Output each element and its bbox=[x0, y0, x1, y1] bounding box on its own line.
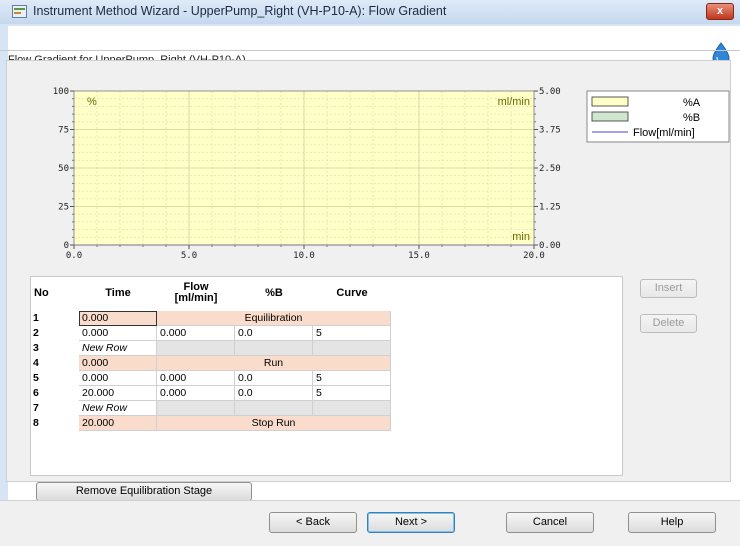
back-button[interactable]: < Back bbox=[269, 512, 357, 533]
right-axis-tick-label: 3.75 bbox=[539, 126, 561, 136]
table-row[interactable]: 3 New Row bbox=[31, 341, 622, 356]
x-axis-tick-label: 10.0 bbox=[293, 251, 315, 261]
flow-cell[interactable]: 0.000 bbox=[157, 326, 235, 341]
back-button-label: < Back bbox=[296, 516, 330, 528]
curve-cell[interactable]: 5 bbox=[313, 386, 391, 401]
time-cell[interactable]: 0.000 bbox=[79, 356, 157, 371]
stage-name-cell[interactable]: Equilibration bbox=[157, 311, 391, 326]
table-row[interactable]: 6 20.000 0.000 0.0 5 bbox=[31, 386, 622, 401]
x-axis-tick-label: 15.0 bbox=[408, 251, 430, 261]
legend-swatch-percent-a bbox=[591, 96, 629, 107]
table-row[interactable]: 2 0.000 0.000 0.0 5 bbox=[31, 326, 622, 341]
header-separator bbox=[0, 50, 740, 51]
legend-label-percent-b: %B bbox=[683, 112, 700, 124]
close-icon: x bbox=[716, 5, 724, 17]
time-cell[interactable]: New Row bbox=[79, 341, 157, 356]
col-header-no: No bbox=[34, 286, 49, 299]
table-row[interactable]: 4 0.000 Run bbox=[31, 356, 622, 371]
x-axis-tick-label: 5.0 bbox=[181, 251, 197, 261]
help-button[interactable]: Help bbox=[628, 512, 716, 533]
next-button-label: Next > bbox=[394, 516, 428, 528]
stage-name-cell[interactable]: Stop Run bbox=[157, 416, 391, 431]
time-cell[interactable]: 0.000 bbox=[79, 326, 157, 341]
percent-b-cell[interactable] bbox=[235, 401, 313, 416]
delete-button-label: Delete bbox=[652, 317, 685, 329]
percent-b-cell[interactable] bbox=[235, 341, 313, 356]
right-axis-tick-label: 1.25 bbox=[539, 203, 561, 213]
legend-label-flow: Flow[ml/min] bbox=[633, 127, 695, 139]
wizard-window: Instrument Method Wizard - UpperPump_Rig… bbox=[0, 0, 740, 546]
col-header-flow-line2: [ml/min] bbox=[174, 292, 218, 304]
row-number: 5 bbox=[33, 372, 39, 384]
curve-cell[interactable]: 5 bbox=[313, 371, 391, 386]
row-number: 4 bbox=[33, 357, 39, 369]
table-row[interactable]: 8 20.000 Stop Run bbox=[31, 416, 622, 431]
flow-cell[interactable] bbox=[157, 401, 235, 416]
right-axis-tick-label: 0.00 bbox=[539, 241, 561, 251]
row-number: 1 bbox=[33, 312, 39, 324]
window-title: Instrument Method Wizard - UpperPump_Rig… bbox=[33, 4, 447, 18]
gradient-table: No Time Flow [ml/min] %B Curve 1 0.000 Equ… bbox=[30, 276, 623, 476]
table-row[interactable]: 1 0.000 Equilibration bbox=[31, 311, 622, 326]
table-row[interactable]: 5 0.000 0.000 0.0 5 bbox=[31, 371, 622, 386]
table-header: No Time Flow [ml/min] %B Curve bbox=[31, 277, 622, 309]
x-axis-unit-label: min bbox=[512, 231, 530, 243]
remove-equilibration-button[interactable]: Remove Equilibration Stage bbox=[36, 482, 252, 501]
insert-button[interactable]: Insert bbox=[640, 279, 697, 298]
time-cell[interactable]: 20.000 bbox=[79, 416, 157, 431]
left-axis-unit-label: % bbox=[87, 96, 97, 108]
left-axis-tick-label: 25 bbox=[58, 203, 69, 213]
flow-cell[interactable]: 0.000 bbox=[157, 371, 235, 386]
curve-cell[interactable]: 5 bbox=[313, 326, 391, 341]
flow-cell[interactable]: 0.000 bbox=[157, 386, 235, 401]
time-cell[interactable]: New Row bbox=[79, 401, 157, 416]
right-axis-tick-label: 2.50 bbox=[539, 164, 561, 174]
table-row[interactable]: 7 New Row bbox=[31, 401, 622, 416]
help-button-label: Help bbox=[660, 516, 684, 528]
col-header-curve: Curve bbox=[336, 286, 368, 299]
col-header-time: Time bbox=[105, 286, 131, 299]
right-axis-tick-label: 5.00 bbox=[539, 87, 561, 97]
delete-button[interactable]: Delete bbox=[640, 314, 697, 333]
time-cell[interactable]: 20.000 bbox=[79, 386, 157, 401]
row-number: 7 bbox=[33, 402, 39, 414]
curve-cell[interactable] bbox=[313, 341, 391, 356]
remove-equilibration-label: Remove Equilibration Stage bbox=[75, 485, 213, 497]
percent-b-cell[interactable]: 0.0 bbox=[235, 371, 313, 386]
percent-b-cell[interactable]: 0.0 bbox=[235, 386, 313, 401]
time-cell[interactable]: 0.000 bbox=[79, 311, 157, 326]
right-axis-unit-label: ml/min bbox=[498, 96, 530, 108]
percent-b-cell[interactable]: 0.0 bbox=[235, 326, 313, 341]
flow-gradient-chart: 100 75 50 25 0 5.00 3.75 2.50 1.25 0.00 0.0 5.0 10.0… bbox=[53, 87, 730, 261]
row-number: 6 bbox=[33, 387, 39, 399]
left-axis-tick-label: 75 bbox=[58, 126, 69, 136]
next-button[interactable]: Next > bbox=[367, 512, 455, 533]
left-axis-tick-label: 50 bbox=[58, 164, 69, 174]
x-axis-tick-label: 20.0 bbox=[523, 251, 545, 261]
x-axis-tick-label: 0.0 bbox=[66, 251, 82, 261]
time-cell[interactable]: 0.000 bbox=[79, 371, 157, 386]
left-axis-tick-label: 0 bbox=[64, 241, 69, 251]
col-header-flow: Flow [ml/min] bbox=[157, 277, 235, 309]
cancel-button[interactable]: Cancel bbox=[506, 512, 594, 533]
cancel-button-label: Cancel bbox=[532, 516, 568, 528]
legend-label-percent-a: %A bbox=[683, 97, 701, 109]
left-axis-tick-label: 100 bbox=[53, 87, 69, 97]
row-number: 2 bbox=[33, 327, 39, 339]
flow-cell[interactable] bbox=[157, 341, 235, 356]
insert-button-label: Insert bbox=[654, 282, 683, 294]
title-bar: Instrument Method Wizard - UpperPump_Rig… bbox=[0, 0, 740, 24]
wizard-footer: < Back Next > Cancel Help bbox=[0, 500, 740, 546]
row-number: 8 bbox=[33, 417, 39, 429]
legend-swatch-percent-b bbox=[591, 111, 629, 122]
close-button[interactable]: x bbox=[706, 3, 734, 20]
remove-stage-bar: Remove Equilibration Stage bbox=[0, 482, 740, 501]
curve-cell[interactable] bbox=[313, 401, 391, 416]
row-number: 3 bbox=[33, 342, 39, 354]
col-header-percent-b: %B bbox=[265, 286, 283, 299]
wizard-app-icon bbox=[12, 5, 27, 18]
stage-name-cell[interactable]: Run bbox=[157, 356, 391, 371]
